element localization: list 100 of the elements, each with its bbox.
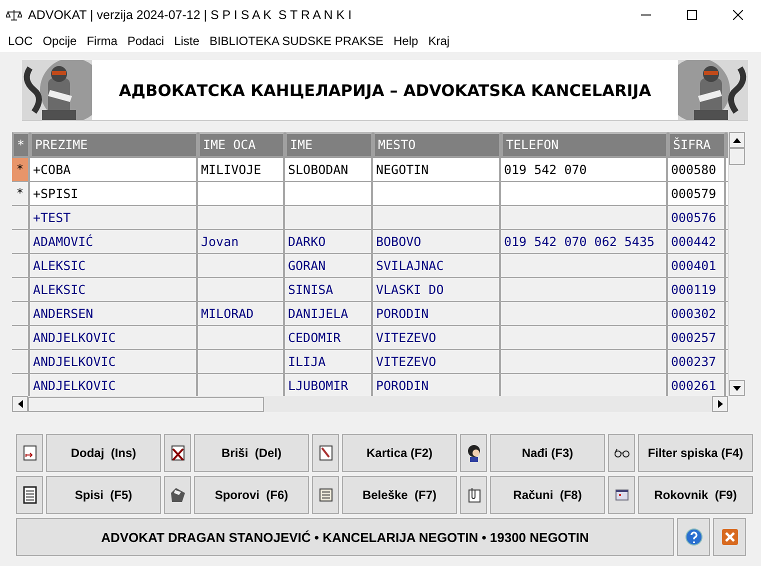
column-header[interactable]: MESTO — [373, 132, 501, 158]
table-cell: VITEZEVO — [373, 326, 501, 350]
icon-button[interactable] — [16, 476, 43, 514]
table-cell: NEGOTIN — [373, 158, 501, 182]
icon-button[interactable] — [608, 434, 635, 472]
table-cell: BOBOVO — [373, 230, 501, 254]
notepad-icon — [318, 488, 332, 502]
table-cell: ANDERSEN — [30, 302, 198, 326]
action-button[interactable]: Nađi (F3) — [490, 434, 605, 472]
table-cell: 019 542 070 062 5435 — [501, 230, 668, 254]
table-cell: 000119 — [668, 278, 726, 302]
action-button[interactable]: Sporovi (F6) — [194, 476, 309, 514]
paperclip-note-icon — [466, 487, 480, 503]
table-cell: +COBA — [30, 158, 198, 182]
table-cell: SINISA — [285, 278, 373, 302]
menu-item[interactable]: Opcije — [38, 34, 82, 48]
up-arrow-icon — [733, 138, 741, 142]
table-cell: ILIJA — [285, 350, 373, 374]
document-pen-icon — [318, 445, 332, 461]
window-title: ADVOKAT | verzija 2024-07-12 | S P I S A K S T R A N K I — [28, 8, 353, 22]
document-cross-icon — [170, 445, 184, 461]
status-text: ADVOKAT DRAGAN STANOJEVIĆ • KANCELARIJA NEGOTIN • 19300 NEGOTIN — [101, 530, 589, 544]
table-cell: DARKO — [285, 230, 373, 254]
table-cell: 000401 — [668, 254, 726, 278]
folder-icon — [168, 486, 186, 504]
column-header[interactable]: IME — [285, 132, 373, 158]
table-cell: LJUBOMIR — [285, 374, 373, 396]
table-cell: ALEKSIC — [30, 254, 198, 278]
banner-title: АДВОКАТСКА КАНЦЕЛАРИЈА – ADVOKATSKA KANCELARIJA — [118, 80, 652, 100]
menu-item[interactable]: BIBLIOTEKA SUDSKE PRAKSE — [204, 34, 389, 48]
action-button[interactable]: Računi (F8) — [490, 476, 605, 514]
help-button[interactable] — [677, 518, 710, 556]
right-arrow-icon — [718, 400, 722, 408]
action-button[interactable]: Kartica (F2) — [342, 434, 457, 472]
menu-item[interactable]: Podaci — [122, 34, 170, 48]
table-cell: ANDJELKOVIC — [30, 326, 198, 350]
action-button[interactable]: Filter spiska (F4) — [638, 434, 753, 472]
table-cell: 000442 — [668, 230, 726, 254]
person-icon — [466, 444, 482, 462]
table-cell: DANIJELA — [285, 302, 373, 326]
table-cell: 000257 — [668, 326, 726, 350]
icon-button[interactable] — [312, 476, 339, 514]
icon-button[interactable] — [460, 476, 487, 514]
menu-item[interactable]: Liste — [169, 34, 204, 48]
table-cell: GORAN — [285, 254, 373, 278]
table-cell: CEDOMIR — [285, 326, 373, 350]
column-header[interactable]: IME OCA — [198, 132, 285, 158]
table-cell: SLOBODAN — [285, 158, 373, 182]
row-marker: * — [12, 182, 30, 206]
glasses-icon — [614, 448, 630, 458]
help-icon — [684, 528, 702, 546]
column-header[interactable]: PREZIME — [30, 132, 198, 158]
menu-item[interactable]: Firma — [82, 34, 122, 48]
table-cell: ALEKSIC — [30, 278, 198, 302]
action-button[interactable]: Rokovnik (F9) — [638, 476, 753, 514]
column-header[interactable]: TELEFON — [501, 132, 668, 158]
table-cell: MILORAD — [198, 302, 285, 326]
table-cell: Jovan — [198, 230, 285, 254]
table-cell: ANDJELKOVIC — [30, 350, 198, 374]
table-cell: VITEZEVO — [373, 350, 501, 374]
table-cell: 000302 — [668, 302, 726, 326]
table-cell: 000580 — [668, 158, 726, 182]
menu-item[interactable]: Kraj — [423, 34, 455, 48]
menu-item[interactable]: Help — [388, 34, 424, 48]
action-button[interactable]: Briši (Del) — [194, 434, 309, 472]
scroll-thumb[interactable] — [729, 148, 745, 165]
icon-button[interactable] — [312, 434, 339, 472]
horizontal-scrollbar[interactable] — [12, 396, 728, 412]
icon-button[interactable] — [608, 476, 635, 514]
icon-button[interactable] — [460, 434, 487, 472]
close-icon — [733, 10, 743, 20]
table-cell: MILIVOJE — [198, 158, 285, 182]
action-button[interactable]: Dodaj (Ins) — [46, 434, 161, 472]
document-icon — [22, 486, 36, 504]
icon-button[interactable] — [164, 434, 191, 472]
scales-icon — [6, 9, 22, 21]
icon-button[interactable] — [16, 434, 43, 472]
table-cell: PORODIN — [373, 374, 501, 396]
vertical-scrollbar[interactable] — [728, 132, 746, 396]
close-icon — [722, 529, 738, 545]
action-button[interactable]: Beleške (F7) — [342, 476, 457, 514]
table-cell: 000261 — [668, 374, 726, 396]
table-cell: 000576 — [668, 206, 726, 230]
table-cell: ANDJELKOVIC — [30, 374, 198, 396]
table-cell: VLASKI DO — [373, 278, 501, 302]
calendar-icon — [614, 489, 628, 501]
table-cell: PORODIN — [373, 302, 501, 326]
exit-button[interactable] — [713, 518, 746, 556]
action-button[interactable]: Spisi (F5) — [46, 476, 161, 514]
down-arrow-icon — [733, 386, 741, 390]
menu-item[interactable]: LOC — [3, 34, 38, 48]
left-arrow-icon — [18, 400, 22, 408]
column-header: * — [12, 132, 30, 158]
maximize-icon — [687, 10, 697, 20]
table-cell: +SPISI — [30, 182, 198, 206]
scroll-thumb[interactable] — [28, 396, 264, 412]
table-cell: 000579 — [668, 182, 726, 206]
row-marker: * — [12, 158, 30, 182]
column-header[interactable]: ŠIFRA — [668, 132, 726, 158]
table-cell: 019 542 070 — [501, 158, 668, 182]
